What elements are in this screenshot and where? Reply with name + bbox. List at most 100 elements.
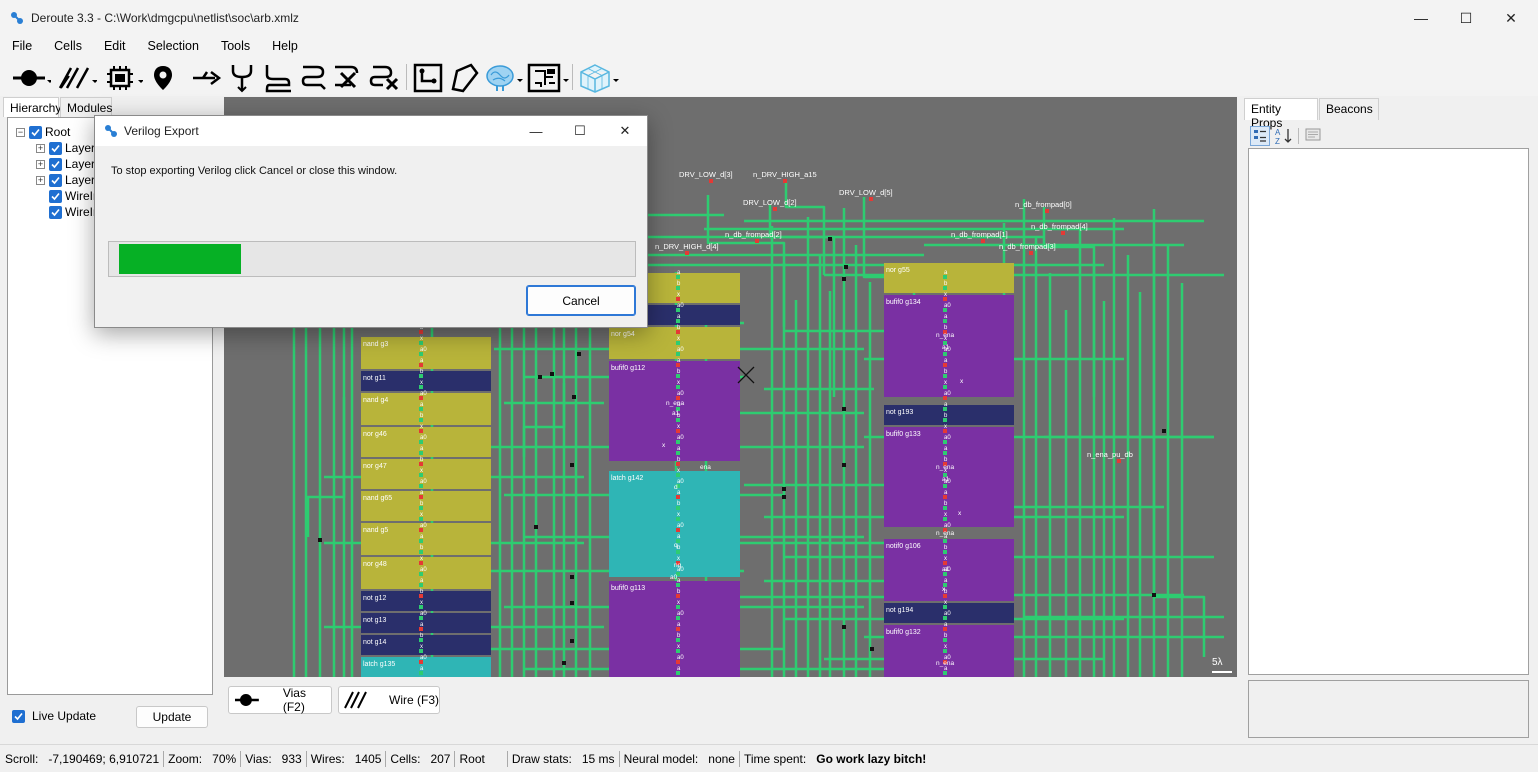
tree-item-label: Layer	[65, 157, 96, 171]
expand-icon[interactable]: +	[36, 143, 45, 153]
wire-tool-button[interactable]	[56, 62, 98, 94]
checkbox-checked-icon[interactable]	[49, 173, 62, 187]
tab-hierarchy[interactable]: Hierarchy	[3, 97, 61, 117]
port-label: a1	[672, 410, 680, 417]
tree-item-wirein[interactable]: WireIn	[49, 204, 100, 220]
net-label: n_DRV_HIGH_d[4]	[655, 242, 719, 251]
tree-item-wirein[interactable]: WireIn	[49, 188, 100, 204]
tree-item-layer[interactable]: + Layer	[36, 140, 95, 156]
maximize-button[interactable]: ☐	[1443, 0, 1489, 36]
route-step-alt-button[interactable]	[298, 62, 330, 94]
app-logo-icon	[11, 12, 23, 24]
beacon-tool-button[interactable]	[148, 62, 178, 94]
categorized-button[interactable]	[1250, 126, 1270, 146]
cancel-button[interactable]: Cancel	[526, 285, 636, 316]
port-label: x	[944, 380, 947, 386]
checkbox-checked-icon[interactable]	[49, 205, 62, 219]
status-scroll: Scroll: -7,190469; 6,910721	[0, 750, 165, 767]
sort-az-button[interactable]: AZ	[1274, 126, 1294, 146]
net-label: n_db_frompad[1]	[951, 230, 1008, 239]
expand-icon[interactable]: +	[36, 175, 45, 185]
view-3d-button[interactable]	[578, 62, 620, 94]
location-pin-icon	[154, 66, 172, 90]
menu-cells[interactable]: Cells	[42, 36, 92, 58]
dialog-maximize-button[interactable]: ☐	[557, 116, 603, 146]
cell-label: bufif0 g134	[886, 299, 921, 306]
tree-item-layer[interactable]: + Layer	[36, 172, 95, 188]
port-label: a0	[420, 435, 427, 441]
svg-text:A: A	[1275, 128, 1281, 137]
cell-label: nand g65	[363, 495, 392, 502]
via-marker	[572, 395, 576, 399]
net-marker	[783, 179, 787, 183]
tree-item-root[interactable]: − Root	[16, 124, 70, 140]
via-marker	[570, 575, 574, 579]
route-delete-alt-button[interactable]	[368, 62, 402, 94]
port-label: a0	[420, 347, 427, 353]
minimize-icon: —	[1414, 10, 1428, 26]
net-marker	[1061, 231, 1065, 235]
select-wire-button[interactable]	[412, 62, 444, 94]
net-label: n_db_frompad[3]	[999, 242, 1056, 251]
menu-file[interactable]: File	[0, 36, 42, 58]
neural-model-button[interactable]	[484, 62, 524, 94]
cell-tool-button[interactable]	[102, 62, 144, 94]
via-marker	[842, 625, 846, 629]
menu-tools[interactable]: Tools	[209, 36, 260, 58]
route-arrow-button[interactable]	[190, 62, 224, 94]
status-zoom: Zoom: 70%	[164, 750, 242, 767]
checkbox-checked-icon[interactable]	[49, 157, 62, 171]
minimize-button[interactable]: —	[1398, 0, 1444, 36]
menu-help[interactable]: Help	[260, 36, 308, 58]
port-label: a0	[677, 655, 684, 661]
wire-mode-button[interactable]: Wire (F3)	[338, 686, 440, 714]
tree-item-layer[interactable]: + Layer	[36, 156, 95, 172]
checkbox-checked-icon[interactable]	[12, 709, 25, 723]
via-marker	[828, 237, 832, 241]
fork-button[interactable]	[228, 62, 256, 94]
maximize-icon: ☐	[574, 123, 586, 138]
circuit-board-button[interactable]	[526, 62, 570, 94]
route-step-button[interactable]	[262, 62, 294, 94]
route-delete-button[interactable]	[332, 62, 366, 94]
port-label: a0	[677, 391, 684, 397]
port-label: a0	[420, 479, 427, 485]
tab-entity-props[interactable]: Entity Props	[1244, 98, 1318, 130]
close-button[interactable]: ✕	[1488, 0, 1534, 36]
net-marker	[755, 239, 759, 243]
property-pages-button[interactable]	[1304, 126, 1324, 146]
port-label: x	[677, 380, 680, 386]
cell-label: nor g48	[363, 561, 387, 568]
progress-fill	[119, 244, 241, 274]
dialog-title-bar: Verilog Export — ☐ ✕	[95, 116, 647, 146]
polygon-button[interactable]	[448, 62, 480, 94]
tree-item-label: Root	[45, 125, 71, 139]
checkbox-checked-icon[interactable]	[29, 125, 42, 139]
tab-modules[interactable]: Modules	[60, 97, 112, 117]
draw-time-value: 15 ms	[581, 751, 615, 766]
checkbox-checked-icon[interactable]	[49, 141, 62, 155]
expand-icon[interactable]: +	[36, 159, 45, 169]
menu-selection[interactable]: Selection	[136, 36, 209, 58]
via-tool-button[interactable]	[10, 62, 52, 94]
export-progress-bar	[108, 241, 636, 277]
vias-mode-button[interactable]: Vias (F2)	[228, 686, 332, 714]
cell-label: nor g47	[363, 463, 387, 470]
menu-edit[interactable]: Edit	[92, 36, 136, 58]
toolbar	[0, 58, 1538, 96]
status-neural-model: Neural model: none	[620, 750, 740, 767]
live-update-checkbox[interactable]: Live Update	[12, 709, 96, 723]
collapse-icon[interactable]: −	[16, 127, 25, 137]
checkbox-checked-icon[interactable]	[49, 189, 62, 203]
cell-label: bufif0 g113	[611, 585, 645, 592]
cell-label: nor g55	[886, 267, 910, 274]
entity-props-grid[interactable]	[1248, 148, 1529, 675]
update-button[interactable]: Update	[136, 706, 208, 728]
cell-label: bufif0 g132	[886, 629, 921, 636]
dialog-close-button[interactable]: ✕	[602, 116, 648, 146]
wire-icon	[58, 67, 97, 89]
cell-label: not g194	[886, 607, 913, 614]
tab-beacons[interactable]: Beacons	[1319, 98, 1379, 120]
dialog-minimize-button[interactable]: —	[513, 116, 559, 146]
via-marker	[782, 495, 786, 499]
